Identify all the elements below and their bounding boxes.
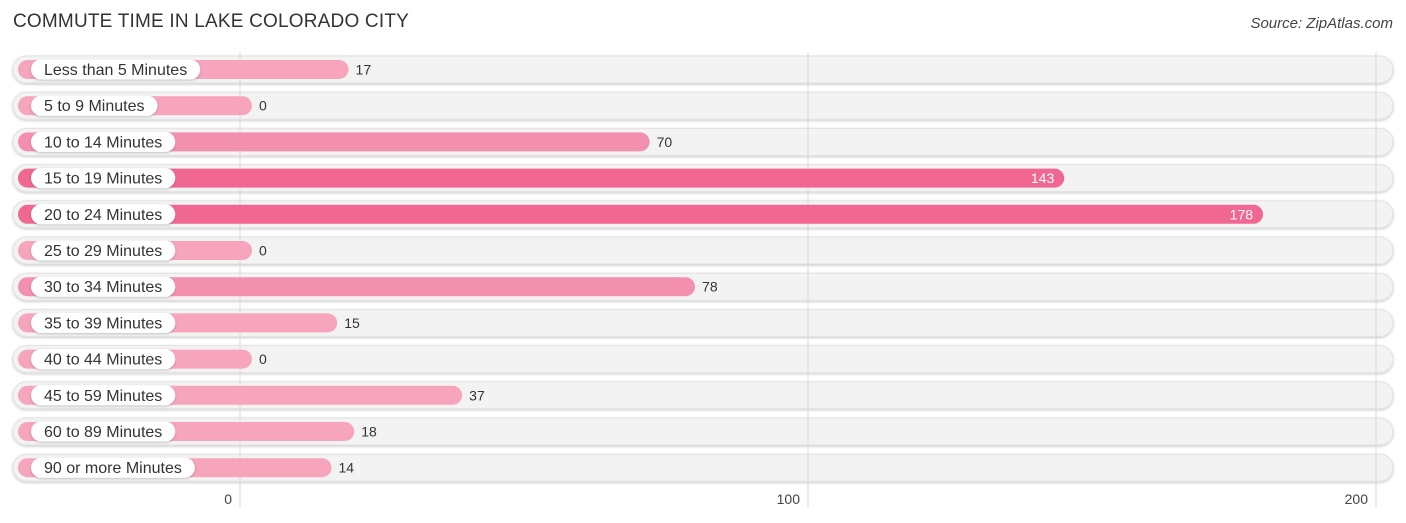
bar-row: 40 to 44 Minutes 0 <box>18 349 267 370</box>
bar-chart: Less than 5 Minutes 17 5 to 9 Minutes 0 10 t… <box>12 52 1394 508</box>
bar-label: 25 to 29 Minutes <box>44 243 162 260</box>
value-label: 15 <box>344 315 360 331</box>
x-tick-label: 0 <box>224 491 232 507</box>
bar-row: 25 to 29 Minutes 0 <box>18 240 267 261</box>
value-label: 78 <box>702 279 718 295</box>
bar-label: 35 to 39 Minutes <box>44 315 162 332</box>
bar-row: 45 to 59 Minutes 37 <box>18 385 485 406</box>
value-label: 0 <box>259 351 267 367</box>
bar-label: 10 to 14 Minutes <box>44 134 162 151</box>
bar-row: 90 or more Minutes 14 <box>18 457 355 478</box>
bar-row: Less than 5 Minutes 17 <box>18 59 372 80</box>
value-label: 0 <box>259 243 267 259</box>
bar[interactable] <box>18 204 1264 224</box>
value-label: 17 <box>356 62 372 78</box>
bar-label: 60 to 89 Minutes <box>44 424 162 441</box>
value-label: 18 <box>361 424 377 440</box>
value-label: 0 <box>259 98 267 114</box>
value-label: 178 <box>1230 206 1254 222</box>
bar-label: Less than 5 Minutes <box>44 62 187 79</box>
value-label: 70 <box>657 134 673 150</box>
bar-row: 30 to 34 Minutes 78 <box>18 276 718 297</box>
bar-row: 35 to 39 Minutes 15 <box>18 312 360 333</box>
bar-label: 90 or more Minutes <box>44 460 182 477</box>
bar-label: 5 to 9 Minutes <box>44 98 145 115</box>
bar-row: 5 to 9 Minutes 0 <box>18 95 267 116</box>
x-tick-label: 100 <box>777 491 801 507</box>
x-tick-label: 200 <box>1345 491 1369 507</box>
bar-label: 30 to 34 Minutes <box>44 279 162 296</box>
bar-row: 60 to 89 Minutes 18 <box>18 421 377 442</box>
value-label: 14 <box>339 460 355 476</box>
bar-row: 10 to 14 Minutes 70 <box>18 131 673 152</box>
bar-label: 20 to 24 Minutes <box>44 207 162 224</box>
bar-row: 20 to 24 Minutes 178 <box>18 204 1264 225</box>
bar-label: 40 to 44 Minutes <box>44 352 162 369</box>
bar-row: 15 to 19 Minutes 143 <box>18 168 1065 189</box>
bar-label: 45 to 59 Minutes <box>44 388 162 405</box>
bar-label: 15 to 19 Minutes <box>44 171 162 188</box>
value-label: 143 <box>1031 170 1055 186</box>
value-label: 37 <box>469 387 485 403</box>
